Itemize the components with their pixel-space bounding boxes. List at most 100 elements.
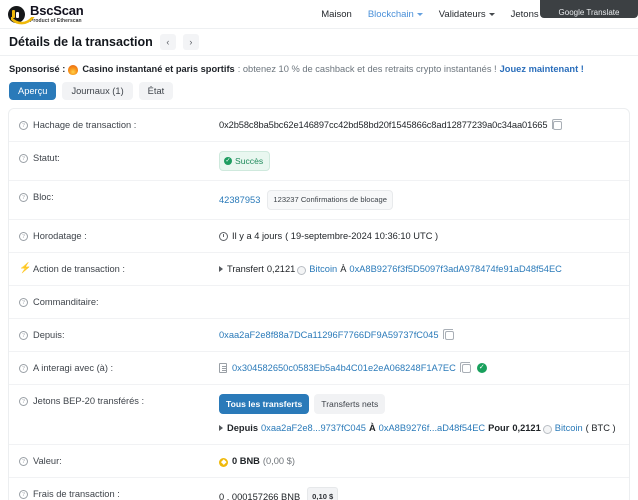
label-transaction-action: ⚡ Action de transaction :: [19, 262, 219, 276]
row-timestamp: ? Horodatage : Il y a 4 jours ( 19-septe…: [9, 220, 629, 253]
row-sponsor: ? Commanditaire:: [9, 286, 629, 319]
brand-name: BscScan: [30, 3, 84, 19]
label-sponsor: ? Commanditaire:: [19, 295, 219, 309]
sponsored-text: : obtenez 10 % de cashback et des retrai…: [237, 64, 497, 74]
block-confirmations-badge: 123237 Confirmations de blocage: [267, 190, 393, 210]
tx-action-to-address-link[interactable]: 0xA8B9276f3f5D5097f3adA978474fe91aD48f54…: [349, 262, 561, 276]
copy-icon[interactable]: [460, 362, 471, 373]
copy-icon[interactable]: [551, 119, 563, 130]
help-icon[interactable]: ?: [19, 363, 28, 373]
copy-icon[interactable]: [443, 329, 454, 340]
row-block: ? Bloc: 42387953 123237 Confirmations de…: [9, 181, 629, 220]
bnb-coin-icon: [219, 457, 228, 467]
nav-label-jetons: Jetons: [510, 8, 539, 20]
value-bep20-transfers: Tous les transferts Transferts nets Depu…: [219, 394, 619, 435]
transfer-token-symbol: ( BTC ): [585, 423, 616, 433]
row-transaction-hash: ? Hachage de transaction : 0x2b58c8ba5bc…: [9, 109, 629, 142]
label-text-block: Bloc:: [33, 192, 54, 202]
from-address-link[interactable]: 0xaa2aF2e8f88a7DCa11296F7766DF9A59737fC0…: [219, 328, 439, 342]
help-icon[interactable]: ?: [19, 153, 28, 163]
page-title-bar: Détails de la transaction ‹ ›: [0, 28, 638, 56]
label-text-interacted-with: A interagi avec (à) :: [33, 363, 114, 373]
sponsored-cta-link[interactable]: Jouez maintenant !: [500, 64, 584, 74]
label-text-transaction-fee: Frais de transaction :: [33, 489, 120, 499]
sponsored-advertiser[interactable]: Casino instantané et paris sportifs: [82, 64, 234, 74]
check-circle-icon: ✓: [224, 157, 232, 165]
help-icon[interactable]: ?: [19, 396, 28, 406]
tx-action-token-link[interactable]: Bitcoin: [309, 262, 337, 276]
pill-net-transfers[interactable]: Transferts nets: [314, 394, 386, 414]
value-block: 42387953 123237 Confirmations de blocage: [219, 190, 619, 210]
tab-apercu[interactable]: Aperçu: [9, 82, 57, 100]
value-amount: 0 BNB (0,00 $): [219, 454, 619, 468]
next-transaction-button[interactable]: ›: [182, 34, 199, 50]
tx-action-to-word: À: [340, 264, 347, 274]
sponsored-banner: Sponsorisé : Casino instantané et paris …: [0, 56, 638, 80]
timestamp-absolute: ( 19-septembre-2024 10:36:10 UTC ): [285, 231, 439, 241]
chevron-right-icon: [219, 425, 223, 431]
status-badge-label: Succès: [235, 156, 264, 166]
block-number-link[interactable]: 42387953: [219, 193, 260, 207]
token-icon: [542, 424, 552, 434]
bscscan-logo[interactable]: BscScan Product of Etherscan: [8, 4, 84, 24]
transfer-amount: 0,2121: [512, 423, 541, 433]
label-text-transaction-action: Action de transaction :: [33, 264, 125, 274]
row-transaction-fee: ? Frais de transaction : 0 . 000157266 B…: [9, 478, 629, 500]
transfer-from-address-link[interactable]: 0xaa2aF2e8...9737fC045: [261, 421, 366, 435]
label-bep20-transfers: ? Jetons BEP-20 transférés :: [19, 394, 219, 408]
transfer-to-word: À: [368, 423, 376, 433]
transfer-for-word: Pour: [488, 423, 510, 433]
pill-all-transfers[interactable]: Tous les transferts: [219, 394, 310, 414]
label-text-value-amount: Valeur:: [33, 456, 62, 466]
transaction-details-card: ? Hachage de transaction : 0x2b58c8ba5bc…: [8, 108, 630, 500]
tab-journaux[interactable]: Journaux (1): [62, 82, 133, 100]
help-icon[interactable]: ?: [19, 489, 28, 499]
bscscan-logo-icon: [8, 5, 35, 24]
help-icon[interactable]: ?: [19, 330, 28, 340]
chevron-down-icon: [488, 13, 495, 16]
label-text-status: Statut:: [33, 153, 60, 163]
label-interacted-with: ? A interagi avec (à) :: [19, 361, 219, 375]
tab-etat[interactable]: État: [138, 82, 174, 100]
row-transaction-action: ⚡ Action de transaction : Transfert 0,21…: [9, 253, 629, 286]
transaction-fee-fiat-badge: 0,10 $: [307, 487, 339, 500]
help-icon[interactable]: ?: [19, 231, 28, 241]
timestamp-relative: Il y a 4 jours: [232, 231, 283, 241]
label-transaction-hash: ? Hachage de transaction :: [19, 118, 219, 132]
label-text-timestamp: Horodatage :: [33, 231, 87, 241]
interacted-address-link[interactable]: 0x304582650c0583Eb5a4b4C01e2eA068248F1A7…: [232, 361, 456, 375]
row-bep20-transfers: ? Jetons BEP-20 transférés : Tous les tr…: [9, 385, 629, 445]
nav-item-blockchain[interactable]: Blockchain: [368, 9, 423, 20]
transfer-token-link[interactable]: Bitcoin: [555, 421, 583, 435]
help-icon[interactable]: ?: [19, 297, 28, 307]
token-icon: [297, 265, 307, 275]
brand-tagline: Product of Etherscan: [30, 17, 82, 24]
lightning-bolt-icon: ⚡: [19, 263, 32, 274]
value-timestamp: Il y a 4 jours ( 19-septembre-2024 10:36…: [219, 229, 619, 243]
label-transaction-fee: ? Frais de transaction :: [19, 487, 219, 500]
verified-contract-icon: ✓: [476, 363, 487, 373]
help-icon[interactable]: ?: [19, 456, 28, 466]
row-status: ? Statut: ✓ Succès: [9, 142, 629, 181]
tx-action-amount: 0,2121: [266, 264, 296, 274]
nav-label-validateurs: Validateurs: [438, 8, 486, 20]
value-interacted-with: 0x304582650c0583Eb5a4b4C01e2eA068248F1A7…: [219, 361, 619, 375]
value-from: 0xaa2aF2e8f88a7DCa11296F7766DF9A59737fC0…: [219, 328, 619, 342]
value-transaction-hash: 0x2b58c8ba5bc62e146897cc42bd58bd20f15458…: [219, 118, 619, 132]
nav-item-validateurs[interactable]: Validateurs: [439, 9, 495, 20]
transfer-to-address-link[interactable]: 0xA8B9276f...aD48f54EC: [379, 421, 485, 435]
value-bnb-amount: 0 BNB: [232, 456, 260, 466]
help-icon[interactable]: ?: [19, 120, 28, 130]
google-translate-tooltip: Google Translate: [540, 0, 638, 18]
label-text-sponsor: Commanditaire:: [33, 297, 99, 307]
sponsored-prefix: Sponsorisé :: [9, 64, 66, 74]
value-fiat: (0,00 $): [262, 456, 295, 466]
nav-item-maison[interactable]: Maison: [321, 9, 352, 20]
tx-action-verb: Transfert: [227, 264, 264, 274]
fire-icon: [68, 65, 79, 75]
previous-transaction-button[interactable]: ‹: [159, 34, 176, 50]
help-icon[interactable]: ?: [19, 192, 28, 202]
nav-label-blockchain: Blockchain: [367, 8, 414, 20]
transfer-from-word: Depuis: [227, 423, 258, 433]
top-navigation-bar: BscScan Product of Etherscan Maison Bloc…: [0, 0, 638, 28]
